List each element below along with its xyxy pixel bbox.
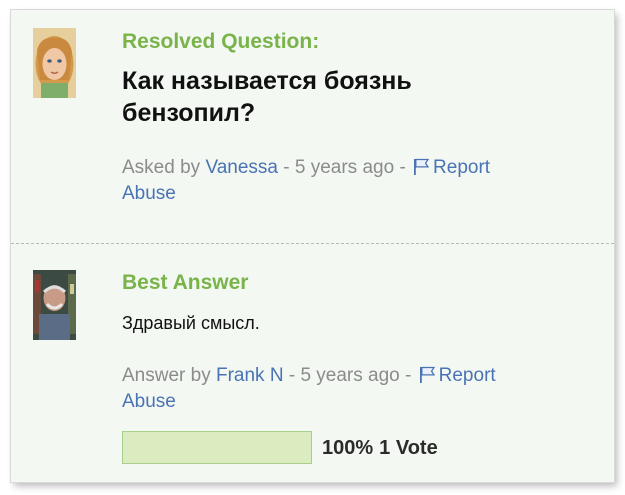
answerer-avatar[interactable] [33,270,76,340]
answerer-name-link[interactable]: Frank N [216,365,284,386]
flag-icon [419,366,435,383]
vote-count: 1 Vote [379,437,438,459]
question-time: 5 years ago [294,157,395,178]
asker-name-link[interactable]: Vanessa [205,157,278,178]
abuse-label: Abuse [122,391,176,412]
section-divider [11,243,614,244]
answerer-avatar-image [33,270,76,340]
qa-card: Resolved Question: Как называется боязнь… [11,10,614,482]
resolved-question-heading: Resolved Question: [122,30,320,53]
abuse-label: Abuse [122,183,176,204]
answer-meta: Answer by Frank N - 5 years ago - Report… [122,363,592,415]
answer-time: 5 years ago [300,365,400,386]
vote-summary: 100% 1 Vote [322,437,438,460]
meta-separator: - [283,157,290,178]
vote-progress-fill [123,432,311,463]
asker-avatar[interactable] [33,28,76,98]
answer-by-label: Answer by [122,365,211,386]
meta-separator: - [288,365,296,386]
best-answer-heading: Best Answer [122,271,249,294]
question-title: Как называется боязнь бензопил? [122,67,412,127]
flag-icon [414,158,430,175]
vote-percent: 100% [322,437,374,459]
vote-progress-bar [122,431,312,464]
meta-separator: - [405,365,412,386]
question-meta: Asked by Vanessa - 5 years ago - Report A… [122,155,592,207]
asked-by-label: Asked by [122,157,201,178]
answer-body: Здравый смысл. [122,313,260,333]
report-label: Report [438,365,496,386]
meta-separator: - [399,157,406,178]
asker-avatar-image [33,28,76,98]
report-label: Report [433,157,491,178]
